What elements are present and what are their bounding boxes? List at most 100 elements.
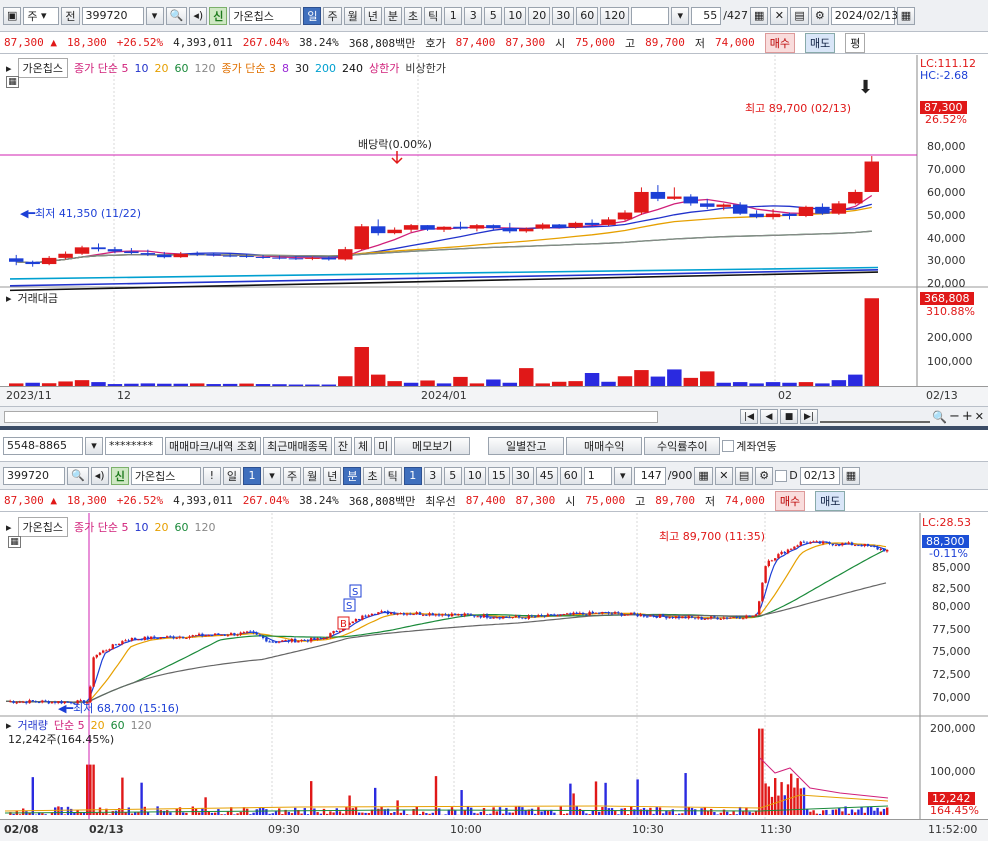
bottom-num-10[interactable]: 10 xyxy=(463,466,486,485)
balance-button[interactable]: 잔 xyxy=(333,436,353,455)
bottom-custom-input[interactable]: 1 xyxy=(583,466,612,485)
custom-period-dropdown-icon[interactable]: ▾ xyxy=(671,6,690,25)
prev-button[interactable]: 전 xyxy=(61,6,80,25)
bottom-grid-icon[interactable]: ▦ xyxy=(694,466,713,485)
bottom-period-minute[interactable]: 분 xyxy=(343,466,362,485)
buy-button[interactable]: 매수 xyxy=(764,32,796,53)
num-5[interactable]: 5 xyxy=(484,6,503,25)
window-icon[interactable]: ▣ xyxy=(3,6,22,25)
alert-button[interactable]: ! xyxy=(202,466,221,485)
bottom-compare-icon[interactable]: ▤ xyxy=(734,466,754,485)
period-month[interactable]: 월 xyxy=(343,6,362,25)
period-second[interactable]: 초 xyxy=(403,6,423,25)
memo-button[interactable]: 메모보기 xyxy=(394,436,471,455)
bottom-custom-dropdown-icon[interactable]: ▾ xyxy=(613,466,632,485)
custom-period-input[interactable] xyxy=(631,6,670,25)
stock-name[interactable]: 가온칩스 xyxy=(229,6,302,25)
scroll-next-button[interactable]: ▶| xyxy=(800,409,819,424)
calendar-icon[interactable]: ▦ xyxy=(896,6,916,25)
filled-button[interactable]: 체 xyxy=(354,436,373,455)
account-dropdown-icon[interactable]: ▾ xyxy=(85,436,103,455)
bottom-calendar-icon[interactable]: ▦ xyxy=(841,466,861,485)
bottom-day-count[interactable]: 1 xyxy=(242,466,261,485)
num-120[interactable]: 120 xyxy=(600,6,630,25)
sell-button[interactable]: 매도 xyxy=(805,32,836,53)
num-30[interactable]: 30 xyxy=(552,6,575,25)
legend-collapse-icon[interactable]: ▸ xyxy=(6,62,12,75)
period-day[interactable]: 일 xyxy=(303,6,322,25)
bottom-num-45[interactable]: 45 xyxy=(535,466,558,485)
bottom-day-dropdown-icon[interactable]: ▾ xyxy=(262,466,281,485)
code-input[interactable]: 399720 xyxy=(81,6,144,25)
b-buy-button[interactable]: 매수 xyxy=(774,490,806,511)
bottom-num-1[interactable]: 1 xyxy=(403,466,422,485)
cross-tool-icon[interactable]: ✕ xyxy=(770,6,789,25)
period-minute[interactable]: 분 xyxy=(383,6,402,25)
date-input[interactable]: 2024/02/13 xyxy=(830,6,898,25)
account-link-checkbox[interactable] xyxy=(722,439,735,452)
b-legend-collapse-icon[interactable]: ▸ xyxy=(6,521,12,534)
minute-price-chart[interactable]: SSB xyxy=(0,513,988,841)
stop-button[interactable]: ■ xyxy=(780,409,799,424)
period-year[interactable]: 년 xyxy=(363,6,382,25)
bottom-speaker-icon[interactable]: ◂) xyxy=(90,466,109,485)
num-20[interactable]: 20 xyxy=(528,6,551,25)
current-price: 87,300 ▲ xyxy=(4,36,57,49)
bottom-period-year[interactable]: 년 xyxy=(323,466,342,485)
trade-mark-button[interactable]: 매매마크/내역 조회 xyxy=(165,436,262,455)
num-1[interactable]: 1 xyxy=(444,6,463,25)
unfilled-button[interactable]: 미 xyxy=(374,436,393,455)
volume-collapse-icon[interactable]: ▸ xyxy=(6,292,12,305)
bottom-stock-name[interactable]: 가온칩스 xyxy=(130,466,201,485)
zoom-out-icon[interactable]: 🔍 xyxy=(932,410,947,424)
period-tick[interactable]: 틱 xyxy=(424,6,443,25)
bottom-count-input[interactable]: 147 xyxy=(633,466,666,485)
plus-icon[interactable]: + xyxy=(962,409,973,424)
bottom-date-input[interactable]: 02/13 xyxy=(799,466,840,485)
search-icon[interactable]: 🔍 xyxy=(165,6,188,25)
table-view-icon[interactable]: ▦ xyxy=(6,76,19,88)
date-checkbox[interactable] xyxy=(775,469,788,482)
bottom-num-30[interactable]: 30 xyxy=(511,466,534,485)
grid-icon[interactable]: ▦ xyxy=(749,6,769,25)
scroll-first-button[interactable]: |◀ xyxy=(740,409,759,424)
num-60[interactable]: 60 xyxy=(576,6,599,25)
bottom-settings-icon[interactable]: ⚙ xyxy=(755,466,774,485)
bottom-period-day[interactable]: 일 xyxy=(222,466,241,485)
bottom-cross-icon[interactable]: ✕ xyxy=(714,466,733,485)
num-10[interactable]: 10 xyxy=(504,6,527,25)
bottom-num-3[interactable]: 3 xyxy=(423,466,442,485)
speaker-icon[interactable]: ◂) xyxy=(189,6,208,25)
period-week[interactable]: 주 xyxy=(323,6,342,25)
market-select[interactable]: 주 ▾ xyxy=(23,6,60,25)
settings-icon[interactable]: ⚙ xyxy=(810,6,829,25)
b-table-view-icon[interactable]: ▦ xyxy=(8,536,21,548)
profit-trend-button[interactable]: 수익률추이 xyxy=(644,436,721,455)
num-3[interactable]: 3 xyxy=(464,6,483,25)
expand-icon[interactable]: ✕ xyxy=(975,410,984,423)
bottom-period-second[interactable]: 초 xyxy=(363,466,382,485)
trade-profit-button[interactable]: 매매수익 xyxy=(566,436,643,455)
bottom-code-input[interactable]: 399720 xyxy=(3,466,65,485)
zoom-slider[interactable] xyxy=(820,411,931,423)
recent-items-button[interactable]: 최근매매종목 xyxy=(263,436,332,455)
daily-balance-button[interactable]: 일별잔고 xyxy=(488,436,565,455)
account-number[interactable]: 5548-8865 xyxy=(3,436,83,455)
bottom-num-15[interactable]: 15 xyxy=(487,466,510,485)
compare-icon[interactable]: ▤ xyxy=(790,6,809,25)
scroll-prev-button[interactable]: ◀ xyxy=(760,409,779,424)
code-dropdown-icon[interactable]: ▾ xyxy=(145,6,164,25)
count-input[interactable]: 55 xyxy=(691,6,722,25)
eval-button[interactable]: 평 xyxy=(845,32,866,53)
b-volume-collapse-icon[interactable]: ▸ xyxy=(6,719,12,732)
minus-icon[interactable]: − xyxy=(949,409,960,424)
bottom-period-week[interactable]: 주 xyxy=(282,466,302,485)
bottom-num-60[interactable]: 60 xyxy=(559,466,582,485)
bottom-num-5[interactable]: 5 xyxy=(443,466,462,485)
b-sell-button[interactable]: 매도 xyxy=(815,490,846,511)
bottom-period-month[interactable]: 월 xyxy=(303,466,322,485)
top-scrollbar[interactable] xyxy=(4,410,659,423)
bottom-search-icon[interactable]: 🔍 xyxy=(67,466,89,485)
bottom-period-tick[interactable]: 틱 xyxy=(383,466,402,485)
password-field[interactable]: ******** xyxy=(105,436,163,455)
